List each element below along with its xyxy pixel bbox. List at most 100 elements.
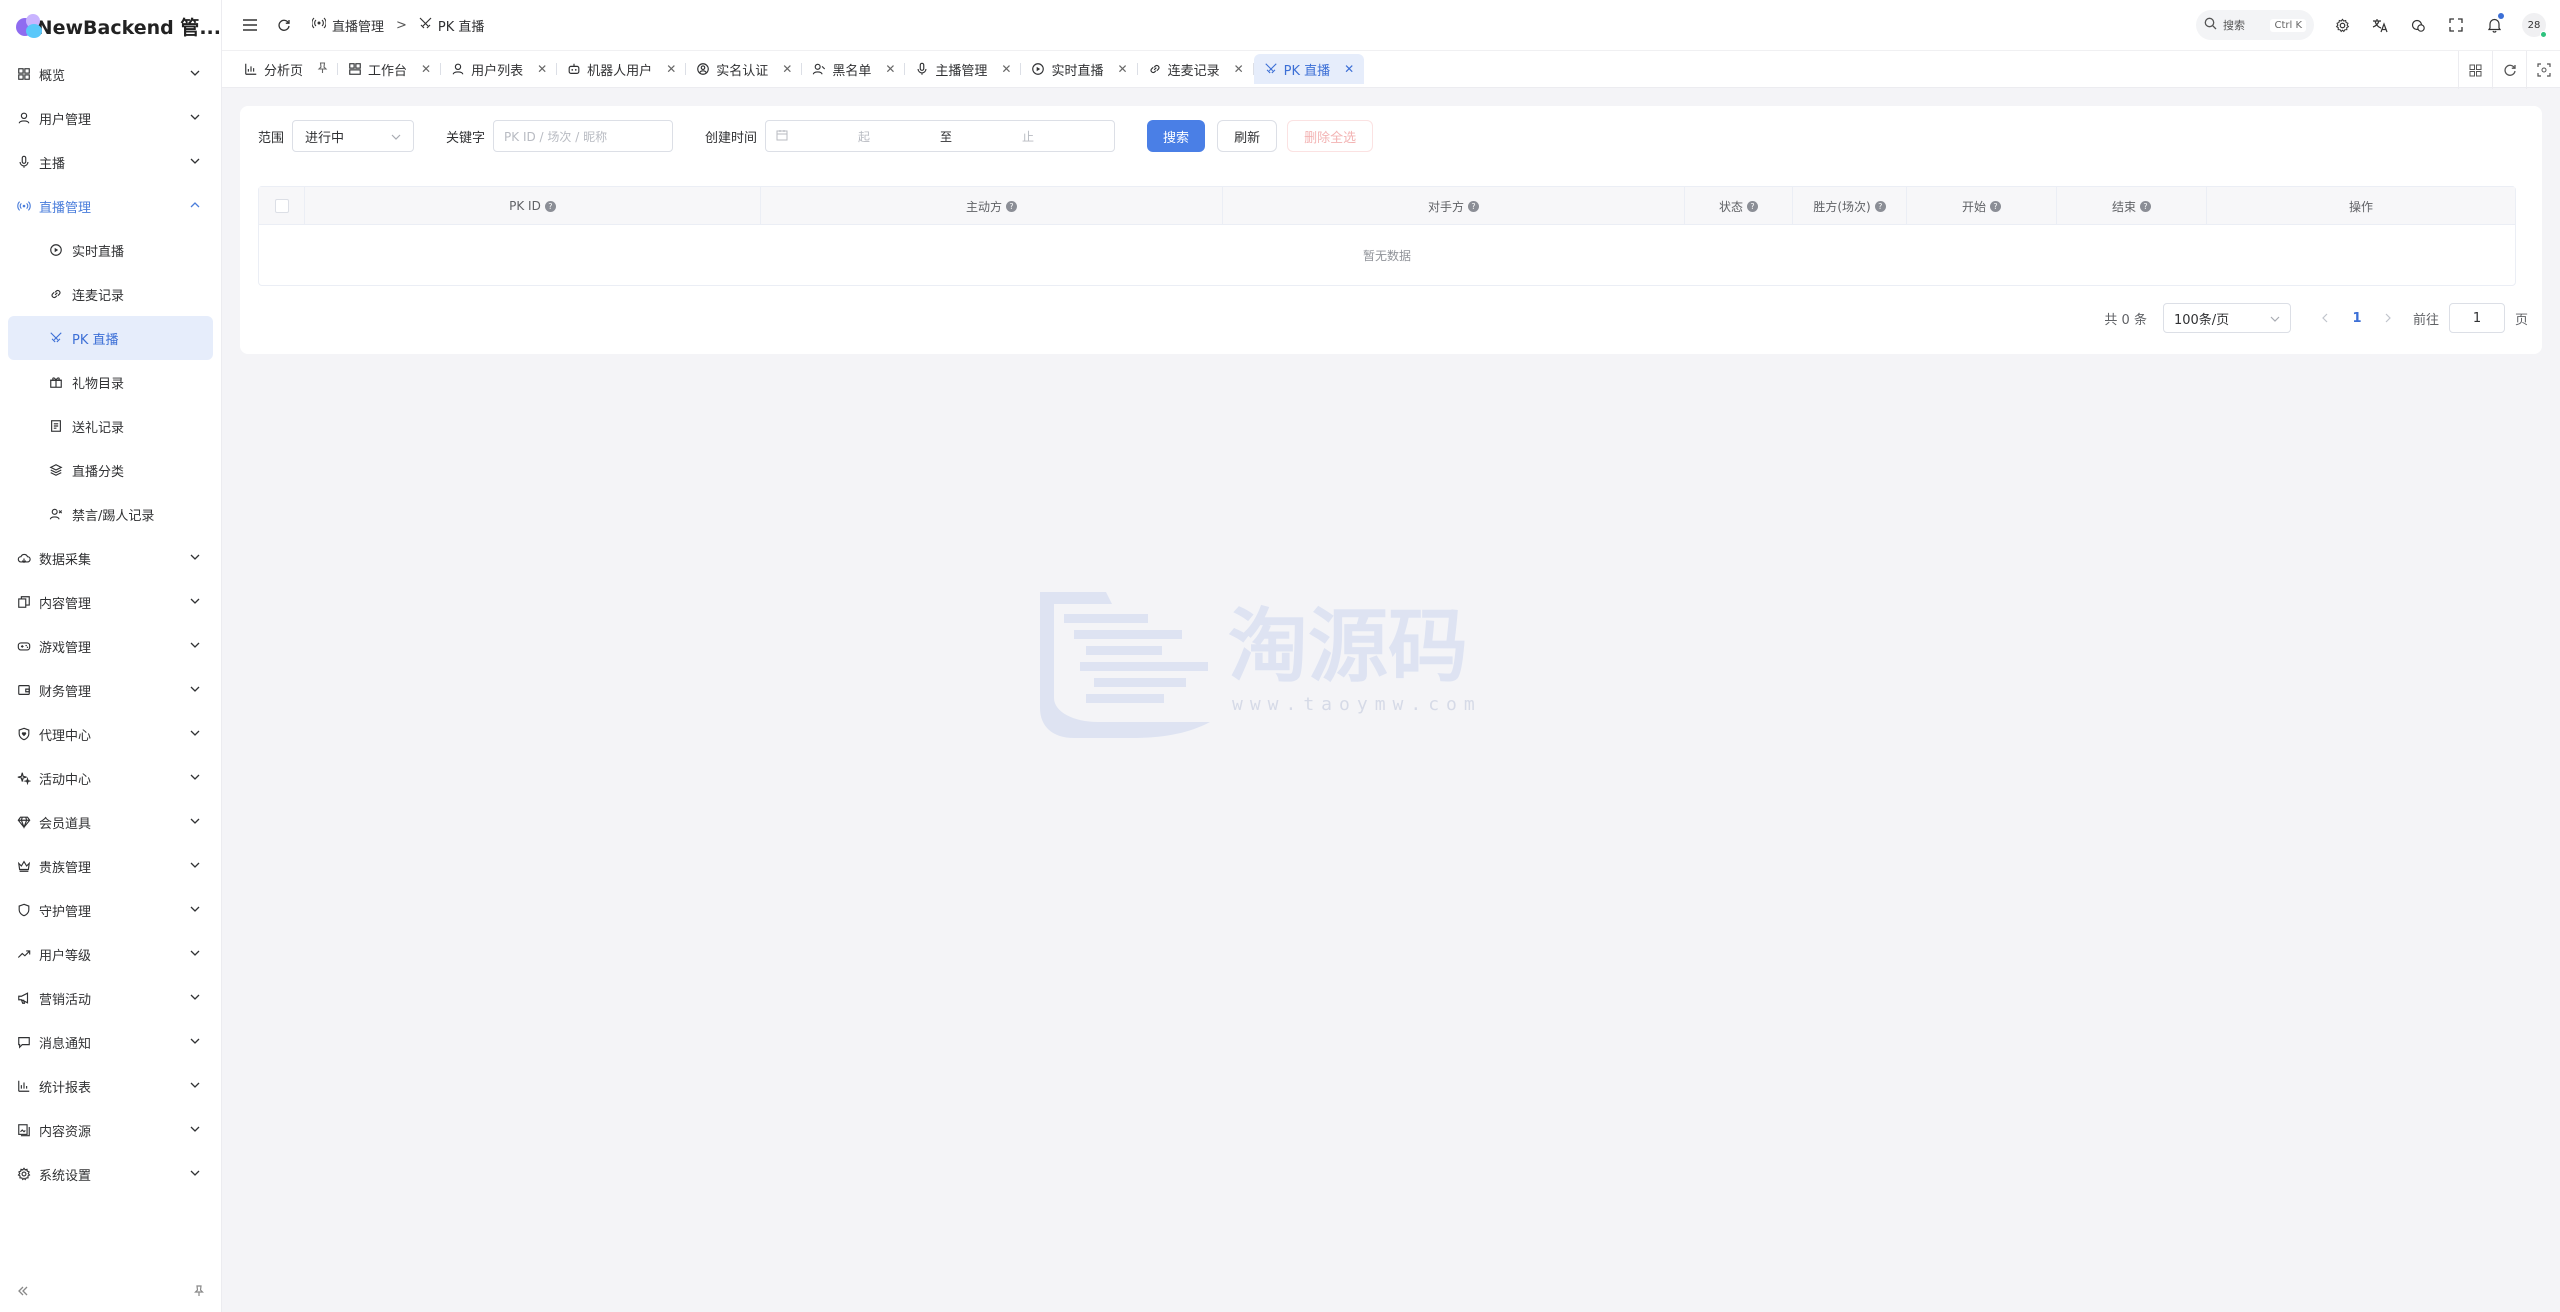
pin-icon[interactable] <box>317 61 328 77</box>
close-tab-icon[interactable]: ✕ <box>1118 62 1128 76</box>
sidebar-item[interactable]: 游戏管理 <box>0 624 221 668</box>
sidebar-subitem[interactable]: 礼物目录 <box>8 360 213 404</box>
sidebar-item[interactable]: 统计报表 <box>0 1064 221 1108</box>
tab[interactable]: 黑名单 ✕ <box>802 54 906 84</box>
theme-icon[interactable] <box>2408 15 2428 35</box>
notification-bell-icon[interactable] <box>2484 13 2504 35</box>
sidebar-item[interactable]: 用户管理 <box>0 96 221 140</box>
global-search[interactable]: 搜索 Ctrl K <box>2196 10 2314 40</box>
close-tab-icon[interactable]: ✕ <box>666 62 676 76</box>
chevron-down-icon <box>189 155 203 169</box>
sidebar-subitem[interactable]: PK 直播 <box>8 316 213 360</box>
refresh-button[interactable]: 刷新 <box>1217 120 1278 152</box>
tab[interactable]: 连麦记录 ✕ <box>1138 54 1254 84</box>
fullscreen-icon[interactable] <box>2446 15 2466 35</box>
sidebar-subitem[interactable]: 禁言/踢人记录 <box>8 492 213 536</box>
help-icon[interactable]: ? <box>1874 200 1886 212</box>
filter-bar: 范围 进行中 关键字 PK ID / 场次 / 昵称 创建时间 起 至 止 搜索… <box>258 120 1374 152</box>
date-end-placeholder: 止 <box>1022 129 1035 144</box>
scope-select[interactable]: 进行中 <box>292 120 415 152</box>
chevron-down-icon <box>189 1079 203 1093</box>
wallet-icon <box>16 682 32 698</box>
sidebar-subitem[interactable]: 送礼记录 <box>8 404 213 448</box>
breadcrumb-separator: > <box>396 17 407 33</box>
brand[interactable]: NewBackend 管... <box>0 0 221 52</box>
tab[interactable]: 分析页 <box>234 54 339 84</box>
sidebar-item[interactable]: 消息通知 <box>0 1020 221 1064</box>
tab[interactable]: 工作台 ✕ <box>338 54 442 84</box>
sidebar-item[interactable]: 数据采集 <box>0 536 221 580</box>
close-tab-icon[interactable]: ✕ <box>421 62 431 76</box>
delete-selected-button[interactable]: 删除全选 <box>1287 120 1374 152</box>
sidebar-item[interactable]: 内容资源 <box>0 1108 221 1152</box>
chevron-down-icon <box>189 903 203 917</box>
select-all-checkbox[interactable] <box>274 199 289 213</box>
swords-icon <box>48 330 64 346</box>
collapse-sidebar-icon[interactable] <box>16 1284 30 1302</box>
help-icon[interactable]: ? <box>1468 200 1479 212</box>
breadcrumb-item-live-management[interactable]: 直播管理 <box>332 16 384 35</box>
search-button[interactable]: 搜索 <box>1147 120 1206 152</box>
online-status-dot <box>2540 31 2547 38</box>
sidebar-subitem[interactable]: 直播分类 <box>8 448 213 492</box>
help-icon[interactable]: ? <box>1747 200 1758 212</box>
user-avatar[interactable]: 28 <box>2522 13 2547 38</box>
tab-label: PK 直播 <box>1283 63 1331 79</box>
copy-icon <box>16 594 32 610</box>
sidebar-subitem[interactable]: 实时直播 <box>8 228 213 272</box>
sidebar-item[interactable]: 守护管理 <box>0 888 221 932</box>
pagination: 共 0 条 100条/页 1 前往 1 页 <box>2104 302 2528 334</box>
sidebar-subitem[interactable]: 连麦记录 <box>8 272 213 316</box>
sidebar-item[interactable]: 财务管理 <box>0 668 221 712</box>
tab[interactable]: 主播管理 ✕ <box>905 54 1022 84</box>
close-tab-icon[interactable]: ✕ <box>1001 62 1011 76</box>
help-icon[interactable]: ? <box>2140 200 2151 212</box>
close-tab-icon[interactable]: ✕ <box>782 62 792 76</box>
prev-page-icon[interactable] <box>2309 303 2341 333</box>
tab[interactable]: 实时直播 ✕ <box>1021 54 1138 84</box>
chevron-down-icon <box>189 991 203 1005</box>
sidebar-item[interactable]: 系统设置 <box>0 1152 221 1196</box>
settings-icon[interactable] <box>2332 15 2352 35</box>
sidebar-item[interactable]: 营销活动 <box>0 976 221 1020</box>
menu-toggle-icon[interactable] <box>238 13 262 37</box>
sidebar-item-label: 用户等级 <box>39 948 92 964</box>
tab[interactable]: 机器人用户 ✕ <box>557 54 687 84</box>
close-tab-icon[interactable]: ✕ <box>1344 62 1354 76</box>
help-icon[interactable]: ? <box>1006 200 1017 212</box>
help-icon[interactable]: ? <box>544 200 556 212</box>
sidebar-item[interactable]: 概览 <box>0 52 221 96</box>
pin-sidebar-icon[interactable] <box>192 1284 206 1302</box>
sidebar-item[interactable]: 直播管理 <box>0 184 221 228</box>
close-tab-icon[interactable]: ✕ <box>1234 62 1244 76</box>
date-range-picker[interactable]: 起 至 止 <box>765 120 1116 152</box>
sidebar-item-label: 贵族管理 <box>39 860 92 876</box>
sidebar-item[interactable]: 用户等级 <box>0 932 221 976</box>
sidebar: NewBackend 管... 概览 用户管理 主播 直播管理 实时直播 连麦记录 PK 直… <box>0 0 222 1312</box>
keyword-input[interactable]: PK ID / 场次 / 昵称 <box>493 120 674 152</box>
sidebar-item[interactable]: 主播 <box>0 140 221 184</box>
goto-page-input[interactable]: 1 <box>2448 303 2505 333</box>
tab[interactable]: 用户列表 ✕ <box>441 54 558 84</box>
next-page-icon[interactable] <box>2373 303 2405 333</box>
tab-refresh-icon[interactable] <box>2492 51 2526 89</box>
content-card: 范围 进行中 关键字 PK ID / 场次 / 昵称 创建时间 起 至 止 搜索… <box>240 106 2542 354</box>
sidebar-item[interactable]: 会员道具 <box>0 800 221 844</box>
goto-label: 前往 <box>2412 312 2439 328</box>
translate-icon[interactable] <box>2370 15 2390 35</box>
sidebar-item[interactable]: 活动中心 <box>0 756 221 800</box>
tab-layout-icon[interactable] <box>2458 51 2492 89</box>
close-tab-icon[interactable]: ✕ <box>885 62 895 76</box>
help-icon[interactable]: ? <box>1990 200 2001 212</box>
tab[interactable]: PK 直播 ✕ <box>1253 54 1365 84</box>
tab[interactable]: 实名认证 ✕ <box>686 54 803 84</box>
sidebar-item[interactable]: 贵族管理 <box>0 844 221 888</box>
sidebar-item[interactable]: 内容管理 <box>0 580 221 624</box>
search-icon <box>2204 17 2217 33</box>
refresh-page-icon[interactable] <box>272 13 296 37</box>
page-number-current[interactable]: 1 <box>2341 303 2373 333</box>
close-tab-icon[interactable]: ✕ <box>537 62 547 76</box>
page-size-select[interactable]: 100条/页 <box>2162 303 2291 333</box>
tab-maximize-icon[interactable] <box>2526 51 2560 89</box>
sidebar-item[interactable]: 代理中心 <box>0 712 221 756</box>
